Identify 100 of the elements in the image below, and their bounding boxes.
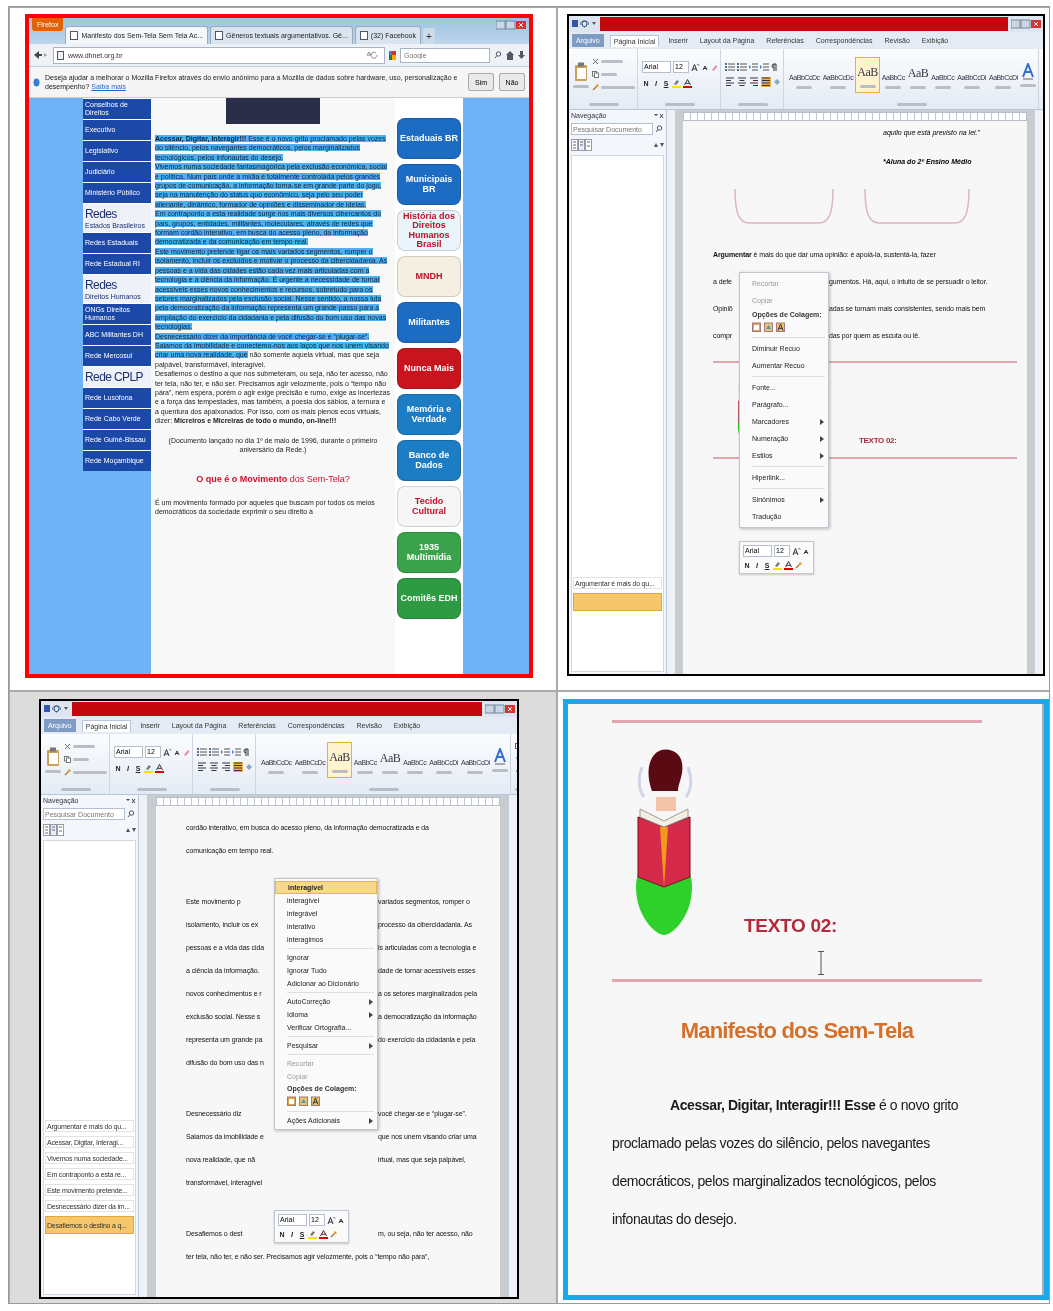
banner-link[interactable]: Nunca Mais [397,348,461,389]
shrink-font-icon[interactable] [702,63,709,71]
view-tabs-drawing[interactable] [43,824,65,836]
paste-option-icon[interactable] [752,322,761,332]
align-left-icon[interactable] [725,76,735,87]
search-icon[interactable] [127,810,135,818]
pilcrow-icon[interactable] [771,62,777,71]
paste-option-icon[interactable] [287,1096,296,1106]
align-right-icon[interactable] [749,76,759,87]
search-icon[interactable] [655,125,663,133]
style-option[interactable]: AaB [327,741,352,778]
highlighter-icon[interactable] [773,561,782,570]
clipboard-icon [46,746,60,767]
change-styles-button[interactable] [1019,62,1036,87]
indent-icon[interactable] [749,62,758,71]
section-heading: TEXTO 02: [859,436,897,445]
highlighter-icon[interactable] [144,764,153,773]
back-forward-icon[interactable] [33,50,49,60]
clipboard-button[interactable] [64,769,107,776]
style-option[interactable]: AaB [378,741,402,778]
submenu-arrow-icon [820,418,824,425]
highlighter-icon[interactable] [672,79,681,88]
align-right-icon[interactable] [221,761,231,772]
banner-link[interactable]: História dos Direitos Humanos Brasil [397,210,461,251]
search-icon[interactable] [494,51,502,59]
change-styles-button[interactable] [491,747,508,772]
pilcrow-icon[interactable] [243,747,249,756]
close-icon[interactable] [126,797,136,804]
brush-icon[interactable] [330,1231,337,1238]
align-left-icon[interactable] [197,761,207,772]
paste-option-icon[interactable] [311,1096,320,1106]
banner-link[interactable]: MNDH [397,256,461,297]
window-controls-drawing[interactable] [496,20,526,30]
reload-icon[interactable] [367,51,381,59]
style-option[interactable]: AaB [855,56,880,93]
home-icon[interactable] [506,50,514,60]
bullet-list-icon[interactable] [725,62,735,71]
copy-icon [64,756,71,763]
banner-link[interactable]: Tecido Cultural [397,486,461,527]
numbered-list-icon[interactable] [209,747,219,756]
banner-link[interactable]: Comitês EDH [397,578,461,619]
shrink-font-icon[interactable] [174,748,181,756]
font-color-icon[interactable] [683,79,692,88]
paste-button[interactable] [573,61,589,88]
blurred-label [665,103,695,106]
banner-link[interactable]: Banco de Dados [397,440,461,481]
shrink-font-icon[interactable] [803,547,810,555]
style-option[interactable]: AaB [906,56,930,93]
blurred-label [589,103,619,106]
site-icon [57,50,64,60]
up-down-arrows-icon[interactable] [654,142,664,148]
search-engine-icon[interactable] [389,50,396,60]
banner-link[interactable]: Memória e Verdade [397,394,461,435]
up-down-arrows-icon[interactable] [126,827,136,833]
info-icon [33,77,40,87]
paste-option-icon[interactable] [776,322,785,332]
banner-link[interactable]: Municipais BR [397,164,461,205]
scissors-icon [592,58,599,65]
page-icon [215,31,224,40]
new-tab-button[interactable]: + [423,28,435,44]
submenu-arrow-icon [820,435,824,442]
download-icon[interactable] [518,50,525,60]
letter-a-icon [1021,62,1034,81]
blurred-label [61,788,91,791]
grow-font-icon[interactable] [327,1215,336,1225]
font-color-icon[interactable] [784,561,793,570]
blurred-label [210,788,240,791]
shrink-font-icon[interactable] [338,1216,345,1224]
submenu-arrow-icon [820,452,824,459]
align-center-icon[interactable] [737,76,747,87]
sidebar-heading: Rede CPLP [85,369,144,385]
document-title: Manifesto dos Sem-Tela [679,1018,915,1044]
close-icon[interactable] [654,112,664,119]
justify-icon[interactable] [233,761,243,772]
copy-icon [592,71,599,78]
section-title: O que é o Movimento dos Sem-Tela? [195,473,351,484]
sidebar-heading: Redes [85,206,118,222]
banner-link[interactable]: Estaduais BR [397,118,461,159]
window-controls-drawing[interactable] [1011,19,1041,29]
justify-icon[interactable] [761,76,771,87]
quick-access-drawing[interactable] [571,19,597,29]
grow-font-icon[interactable] [792,546,801,556]
brush-icon [64,769,71,776]
bullet-list-icon[interactable] [197,747,207,756]
highlighter-icon[interactable] [308,1230,317,1239]
font-color-icon[interactable] [319,1230,328,1239]
align-center-icon[interactable] [209,761,219,772]
brush-icon [592,84,599,91]
paste-button[interactable] [45,746,61,773]
banner-link[interactable]: Militantes [397,302,461,343]
quick-access-drawing[interactable] [43,704,69,714]
grow-font-icon[interactable] [163,747,172,757]
grow-font-icon[interactable] [691,62,700,72]
view-tabs-drawing[interactable] [571,139,593,151]
font-color-icon[interactable] [155,764,164,773]
clipboard-button[interactable] [592,84,635,91]
window-controls-drawing[interactable] [485,704,515,714]
brush-icon[interactable] [795,562,802,569]
numbered-list-icon[interactable] [737,62,747,71]
indent-icon[interactable] [221,747,230,756]
